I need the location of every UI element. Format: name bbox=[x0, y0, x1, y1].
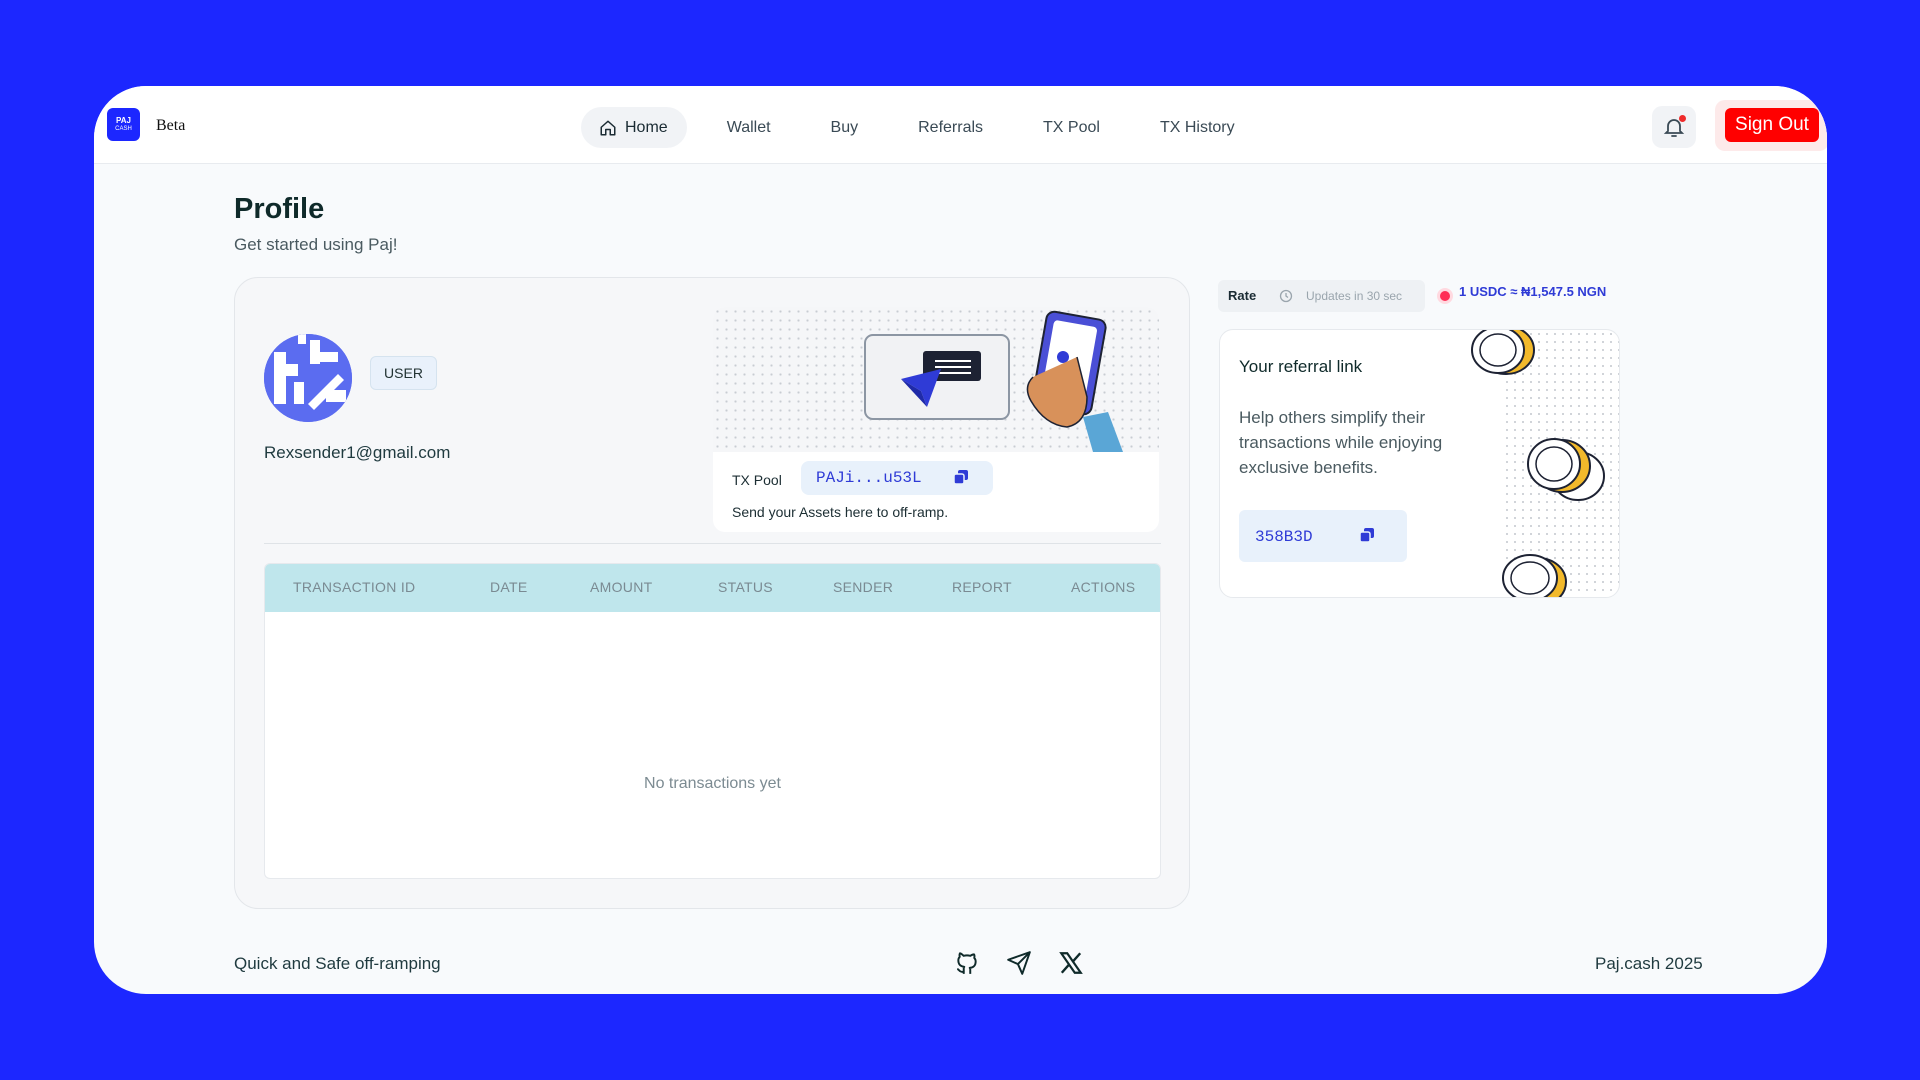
col-sender[interactable]: SENDER bbox=[833, 579, 893, 595]
nav-item-wallet[interactable]: Wallet bbox=[707, 107, 791, 148]
phone-illustration bbox=[864, 310, 1123, 452]
nav-item-referrals[interactable]: Referrals bbox=[898, 107, 1003, 148]
avatar bbox=[264, 334, 352, 422]
col-transaction-id[interactable]: TRANSACTION ID bbox=[293, 579, 415, 595]
page-title: Profile bbox=[234, 193, 325, 225]
nav-links: Home Wallet Buy Referrals TX Pool TX His… bbox=[581, 107, 1275, 148]
notifications-button[interactable] bbox=[1652, 106, 1696, 148]
col-date[interactable]: DATE bbox=[490, 579, 528, 595]
nav-item-home-label: Home bbox=[625, 118, 668, 136]
page-subtitle: Get started using Paj! bbox=[234, 235, 398, 254]
notification-dot bbox=[1679, 115, 1686, 122]
sign-out-button[interactable]: Sign Out bbox=[1725, 108, 1819, 142]
logo-line2: CASH bbox=[115, 126, 132, 132]
footer-copyright: Paj.cash 2025 bbox=[1595, 954, 1703, 973]
nav-item-tx-pool[interactable]: TX Pool bbox=[1023, 107, 1120, 148]
referral-title: Your referral link bbox=[1239, 357, 1363, 376]
beta-tag: Beta bbox=[156, 117, 186, 134]
table-header: TRANSACTION ID DATE AMOUNT STATUS SENDER… bbox=[265, 564, 1160, 612]
rate-value: 1 USDC ≈ ₦1,547.5 NGN bbox=[1459, 284, 1607, 299]
tx-pool-label: TX Pool bbox=[732, 472, 782, 488]
live-indicator bbox=[1440, 291, 1450, 301]
col-amount[interactable]: AMOUNT bbox=[590, 579, 652, 595]
nav-item-buy[interactable]: Buy bbox=[811, 107, 879, 148]
rate-chip: Rate Updates in 30 sec bbox=[1218, 280, 1425, 312]
referral-card: Your referral link Help others simplify … bbox=[1219, 329, 1620, 598]
nav-item-tx-pool-label: TX Pool bbox=[1043, 118, 1100, 136]
clock-icon bbox=[1279, 289, 1293, 303]
home-icon bbox=[600, 120, 616, 135]
nav-item-wallet-label: Wallet bbox=[726, 118, 771, 136]
nav-item-tx-history[interactable]: TX History bbox=[1140, 107, 1255, 148]
section-divider bbox=[264, 543, 1161, 544]
referral-description: Help others simplify their transactions … bbox=[1239, 408, 1443, 477]
paj-logo[interactable]: PAJ CASH bbox=[107, 108, 140, 141]
pool-note: Send your Assets here to off-ramp. bbox=[732, 504, 949, 520]
tx-pool-card: TX Pool PAJi...u53L Send your Assets her… bbox=[713, 307, 1159, 532]
avatar-pattern bbox=[264, 334, 352, 422]
pool-illustration bbox=[713, 307, 1159, 452]
pool-address: PAJi...u53L bbox=[816, 469, 922, 487]
referral-code: 358B3D bbox=[1255, 528, 1313, 546]
sign-out-wrapper: Sign Out bbox=[1715, 100, 1827, 151]
nav-item-home[interactable]: Home bbox=[581, 107, 687, 148]
user-email: Rexsender1@gmail.com bbox=[264, 443, 451, 462]
x-icon[interactable] bbox=[1058, 950, 1084, 976]
col-actions[interactable]: ACTIONS bbox=[1071, 579, 1135, 595]
telegram-icon[interactable] bbox=[1006, 950, 1032, 976]
footer-social-links bbox=[954, 950, 1110, 976]
rate-update-timer: Updates in 30 sec bbox=[1306, 289, 1403, 303]
copy-icon[interactable] bbox=[953, 469, 969, 485]
empty-state: No transactions yet bbox=[644, 775, 781, 792]
pool-address-pill[interactable]: PAJi...u53L bbox=[801, 461, 993, 495]
footer-tagline: Quick and Safe off-ramping bbox=[234, 954, 441, 973]
copy-referral-icon[interactable] bbox=[1359, 527, 1375, 543]
rate-label: Rate bbox=[1228, 288, 1257, 303]
nav-item-buy-label: Buy bbox=[830, 118, 859, 136]
transactions-table: TRANSACTION ID DATE AMOUNT STATUS SENDER… bbox=[264, 563, 1161, 879]
referral-code-box[interactable]: 358B3D bbox=[1239, 510, 1407, 562]
col-report[interactable]: REPORT bbox=[952, 579, 1012, 595]
logo-line1: PAJ bbox=[116, 116, 131, 125]
top-nav: PAJ CASH Beta Home Wallet Buy Referrals … bbox=[94, 86, 1827, 164]
coins-illustration bbox=[1471, 330, 1605, 597]
role-badge: USER bbox=[370, 356, 437, 390]
profile-card: USER Rexsender1@gmail.com TX Pool PAJi..… bbox=[234, 277, 1190, 909]
app-window: PAJ CASH Beta Home Wallet Buy Referrals … bbox=[94, 86, 1827, 994]
nav-item-tx-history-label: TX History bbox=[1159, 118, 1235, 136]
col-status[interactable]: STATUS bbox=[718, 579, 773, 595]
nav-item-referrals-label: Referrals bbox=[918, 118, 984, 136]
github-icon[interactable] bbox=[954, 950, 980, 976]
